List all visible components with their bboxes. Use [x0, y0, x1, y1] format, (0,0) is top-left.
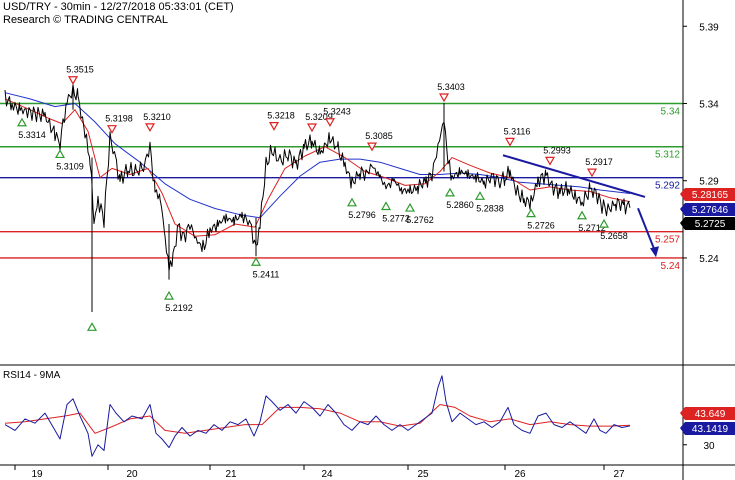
swing-low-marker	[346, 197, 358, 207]
swing-low-marker	[404, 202, 416, 212]
swing-low-marker	[380, 201, 392, 211]
projection-arrow-shaft	[637, 207, 656, 252]
swing-high-marker	[106, 125, 118, 134]
x-tick-label: 20	[126, 469, 138, 480]
swing-high-label: 5.3243	[323, 107, 351, 117]
swing-high-label: 5.3210	[143, 112, 171, 122]
x-tick-label: 24	[321, 469, 333, 480]
swing-high-label: 5.2917	[585, 157, 613, 167]
swing-low-marker	[86, 322, 98, 331]
rsi-title: RSI14 - 9MA	[3, 370, 61, 381]
y-tick-label: 5.34	[699, 99, 719, 110]
swing-high-marker	[144, 123, 156, 133]
y-tick-label: 5.24	[699, 254, 719, 265]
swing-low-marker	[54, 149, 66, 159]
swing-low-label: 5.2658	[600, 231, 628, 241]
swing-low-label: 5.2192	[165, 303, 193, 313]
current-value-label: 5.28165	[692, 190, 729, 201]
swing-high-label: 5.3403	[437, 82, 465, 92]
rsi-tick-label: 30	[703, 441, 715, 452]
level-label: 5.24	[661, 261, 681, 272]
swing-high-marker	[324, 118, 336, 127]
swing-high-label: 5.2993	[543, 145, 571, 155]
swing-high-marker	[67, 76, 79, 85]
swing-low-label: 5.2762	[406, 215, 434, 225]
x-tick-label: 25	[417, 469, 429, 480]
swing-high-marker	[586, 168, 598, 178]
level-label: 5.34	[661, 106, 681, 117]
swing-high-label: 5.3218	[267, 111, 295, 121]
swing-low-label: 5.2726	[527, 221, 555, 231]
rsi-value-label: 43.1419	[692, 424, 729, 435]
y-tick-label: 5.39	[699, 22, 719, 33]
swing-low-marker	[474, 191, 486, 200]
swing-low-marker	[250, 257, 262, 266]
x-tick-label: 21	[225, 469, 237, 480]
rsi-panel: RSI14 - 9MA	[3, 370, 631, 457]
swing-low-marker	[525, 208, 537, 218]
x-tick-label: 27	[613, 469, 625, 480]
x-tick-label: 19	[31, 469, 43, 480]
current-value-label: 5.2725	[695, 219, 726, 230]
projection-arrow-head	[650, 246, 659, 258]
price-rsi-chart: 5.34 5.312 5.292 5.257 5.24 5.3515 5.3198 5.321…	[0, 0, 735, 480]
swing-high-marker	[306, 123, 318, 133]
rsi-value-label: 43.649	[695, 409, 726, 420]
swing-high-marker	[268, 122, 280, 131]
level-label: 5.257	[655, 235, 680, 246]
level-label: 5.312	[655, 150, 680, 161]
swing-low-marker	[16, 117, 28, 127]
rsi-series	[4, 375, 631, 457]
swing-low-label: 5.2411	[253, 269, 280, 279]
swing-high-label: 5.3198	[105, 114, 133, 124]
swing-high-marker	[504, 137, 516, 147]
swing-low-marker	[576, 210, 588, 220]
swing-high-marker	[438, 93, 450, 103]
swing-low-label: 5.2860	[446, 200, 474, 210]
swing-low-label: 5.3314	[18, 130, 46, 140]
swing-low-label: 5.2838	[476, 203, 504, 213]
current-value-label: 5.27646	[692, 205, 729, 216]
swing-high-marker	[544, 156, 556, 166]
swing-high-label: 5.3116	[504, 126, 531, 136]
y-tick-label: 5.29	[699, 177, 719, 188]
swing-low-label: 5.3109	[56, 161, 84, 171]
swing-low-marker	[444, 187, 456, 197]
price-panel: 5.34 5.312 5.292 5.257 5.24 5.3515 5.3198 5.321…	[0, 65, 683, 331]
swing-low-marker	[163, 290, 175, 300]
x-tick-label: 26	[514, 469, 526, 480]
swing-high-label: 5.3085	[365, 131, 393, 141]
swing-low-label: 5.2796	[348, 210, 376, 220]
swing-high-label: 5.3515	[66, 65, 94, 75]
level-label: 5.292	[655, 181, 680, 192]
